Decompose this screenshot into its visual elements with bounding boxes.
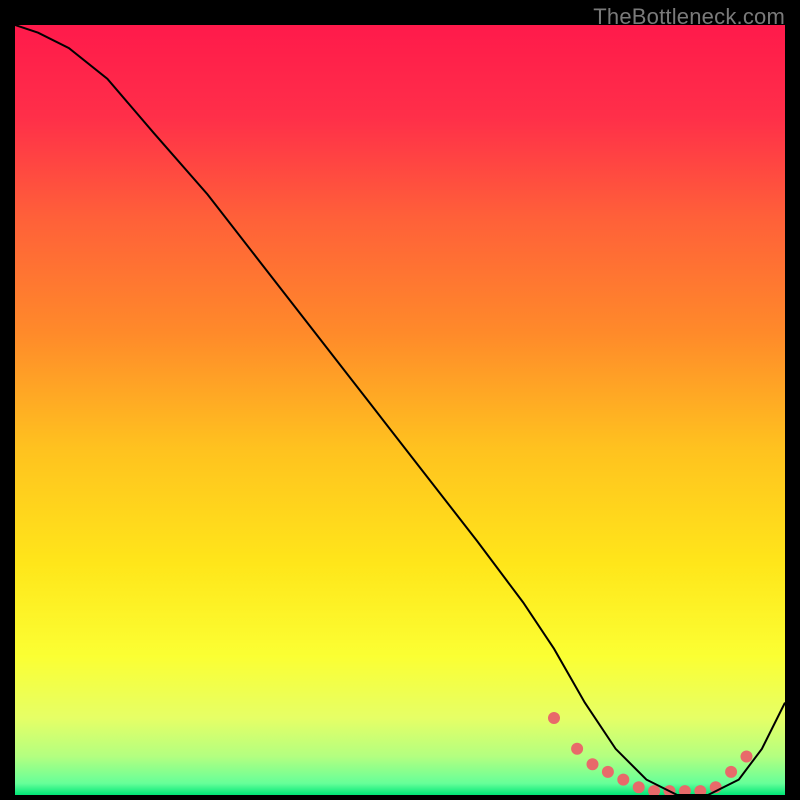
marker-dot — [741, 751, 753, 763]
marker-dot — [587, 758, 599, 770]
marker-dot — [633, 781, 645, 793]
chart-frame — [15, 25, 785, 795]
chart-svg — [15, 25, 785, 795]
marker-dot — [571, 743, 583, 755]
marker-dot — [617, 774, 629, 786]
marker-dot — [602, 766, 614, 778]
marker-dot — [725, 766, 737, 778]
gradient-bg — [15, 25, 785, 795]
marker-dot — [548, 712, 560, 724]
